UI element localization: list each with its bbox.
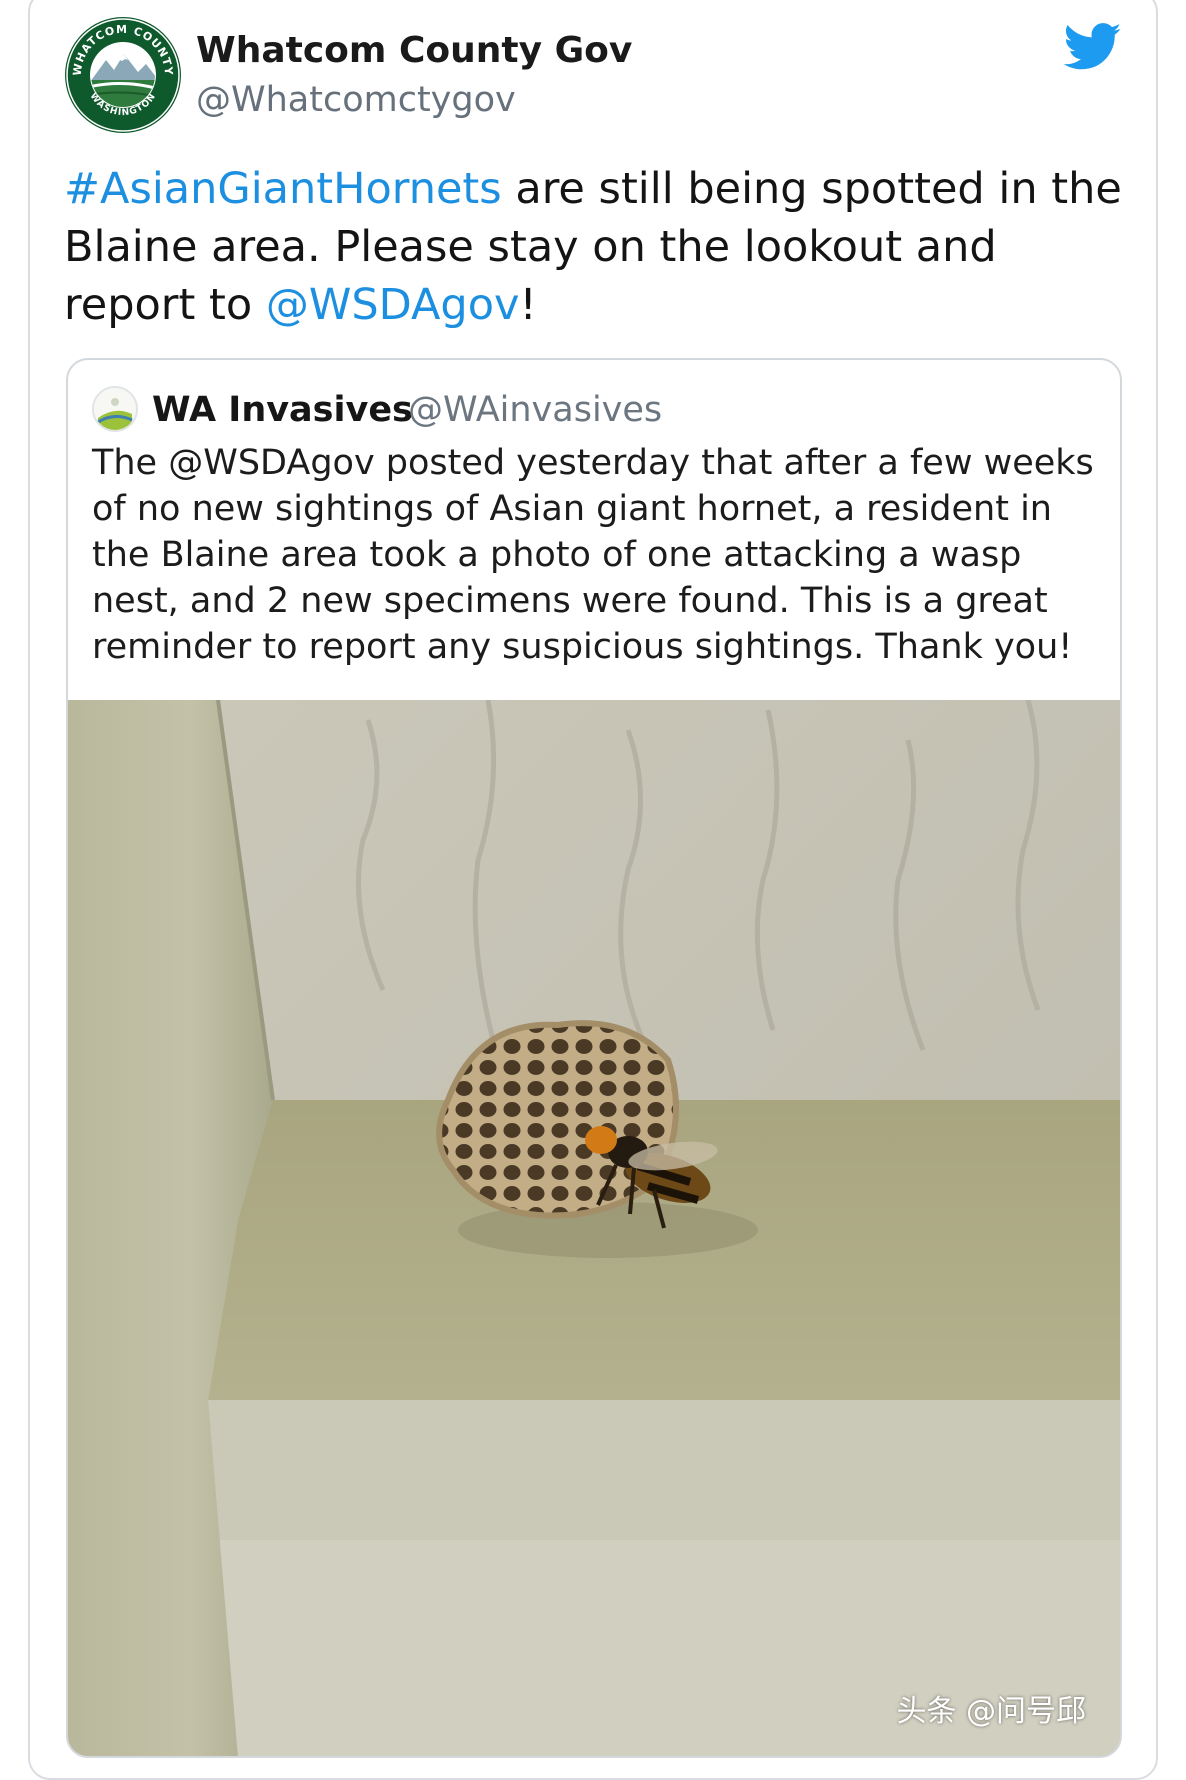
mention-link[interactable]: @WSDAgov — [266, 280, 520, 330]
author-display-name[interactable]: Whatcom County Gov — [196, 30, 632, 71]
quoted-author-handle[interactable]: @WAinvasives — [408, 390, 662, 430]
quoted-tweet-text: The @WSDAgov posted yesterday that after… — [92, 443, 1094, 667]
twitter-bird-icon[interactable] — [1064, 22, 1122, 72]
quoted-author-avatar[interactable] — [92, 386, 138, 432]
quoted-author-name[interactable]: WA Invasives — [152, 390, 413, 430]
author-handle[interactable]: @Whatcomctygov — [196, 80, 516, 120]
hashtag-link[interactable]: #AsianGiantHornets — [64, 164, 502, 214]
hornet-photo[interactable] — [68, 700, 1120, 1758]
tweet-text-part2: ! — [519, 280, 537, 330]
county-seal-icon: WHATCOM COUNTY WASHINGTON — [65, 17, 181, 133]
author-avatar[interactable]: WHATCOM COUNTY WASHINGTON — [64, 16, 182, 134]
watermark: 头条 @问号邱 — [896, 1694, 1086, 1729]
quoted-tweet-card[interactable]: WA Invasives @WAinvasives The @WSDAgov p… — [66, 358, 1122, 1758]
tweet-text: #AsianGiantHornets are still being spott… — [64, 160, 1124, 334]
wa-invasives-logo-icon — [94, 388, 136, 430]
